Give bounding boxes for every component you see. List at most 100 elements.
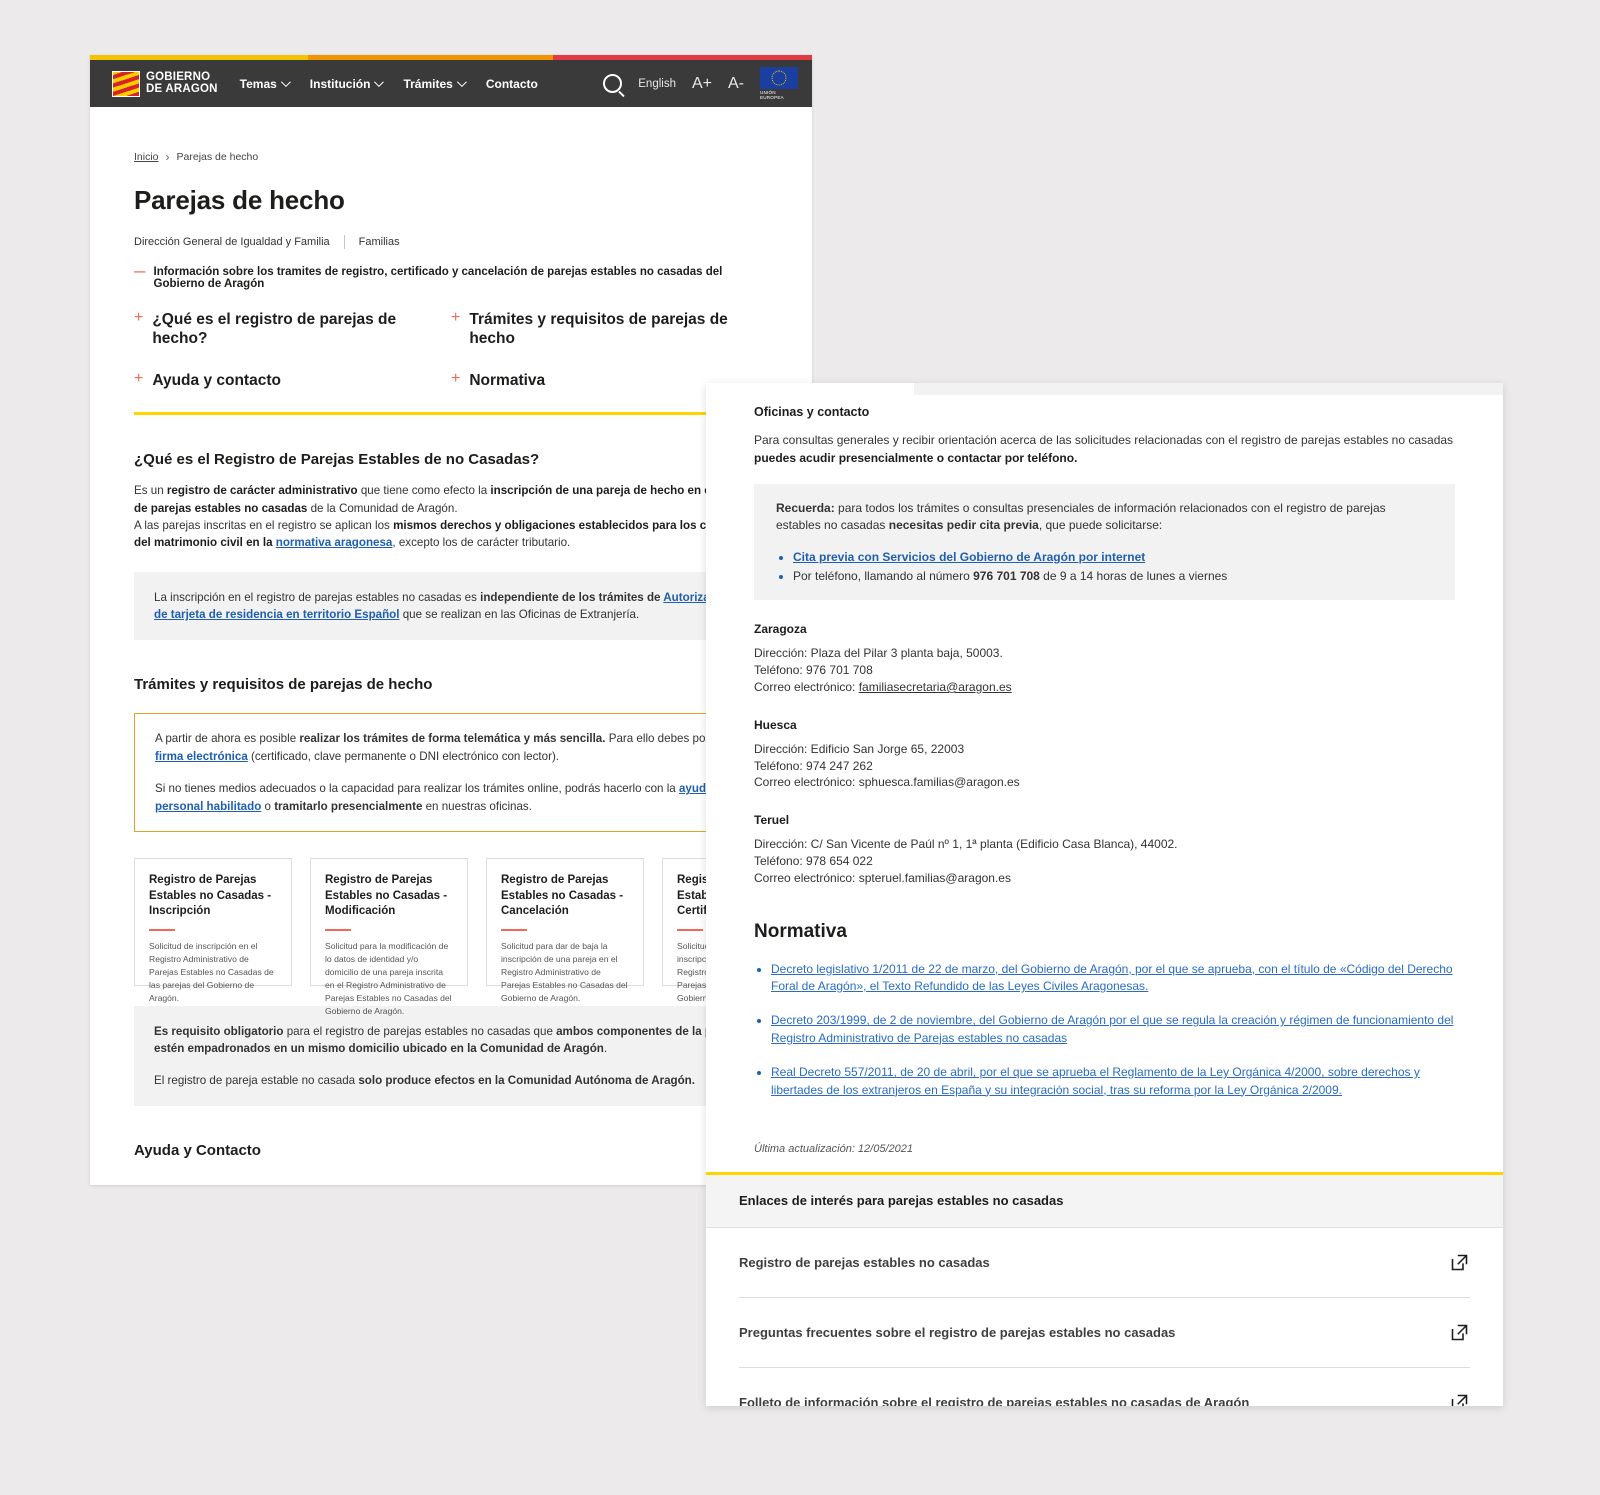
external-link-icon (1451, 1254, 1468, 1271)
link-firma-electronica[interactable]: firma electrónica (155, 750, 248, 763)
language-switch[interactable]: English (638, 78, 676, 90)
office-email-label: Correo electrónico: (754, 679, 859, 694)
logo-line-2: DE ARAGON (146, 82, 218, 95)
search-icon[interactable] (603, 74, 623, 93)
eu-flag-icon (760, 67, 798, 89)
card-description: Solicitud para la modificación de lo dat… (325, 941, 452, 1016)
text-fragment-bold: tramitarlo presencialmente (274, 799, 423, 813)
office-email-row: Correo electrónico: familiasecretaria@ar… (754, 679, 1455, 696)
link-normativa-aragonesa[interactable]: normativa aragonesa (276, 536, 393, 549)
breadcrumb-separator-icon: › (165, 150, 170, 164)
text-fragment-bold: puedes acudir presencialmente o contacta… (754, 450, 1078, 465)
card-modificacion[interactable]: Registro de Parejas Estables no Casadas … (310, 858, 468, 1016)
page-lead: — Información sobre los tramites de regi… (134, 266, 768, 290)
paragraph-que-es-1: Es un registro de carácter administrativ… (134, 482, 768, 552)
page-lead-text: Información sobre los tramites de regist… (153, 266, 723, 290)
nav-label-tramites: Trámites (403, 76, 453, 91)
nav-item-institucion[interactable]: Institución (309, 76, 385, 91)
plus-icon: + (451, 369, 461, 387)
link-decreto-203-1999[interactable]: Decreto 203/1999, de 2 de noviembre, del… (771, 1013, 1453, 1044)
list-item[interactable]: Decreto legislativo 1/2011 de 22 de marz… (771, 961, 1455, 996)
main-navbar: GOBIERNO DE ARAGON Temas Institución Trá… (90, 60, 812, 107)
nav-item-temas[interactable]: Temas (239, 76, 291, 91)
external-link-icon (1451, 1324, 1468, 1341)
text-fragment: Es un (134, 484, 167, 498)
list-item[interactable]: Real Decreto 557/2011, de 20 de abril, p… (771, 1064, 1455, 1099)
office-email[interactable]: familiasecretaria@aragon.es (859, 680, 1012, 694)
text-fragment: Por teléfono, llamando al número (793, 569, 974, 584)
nav-item-contacto[interactable]: Contacto (486, 77, 538, 91)
links-section-header: Enlaces de interés para parejas estables… (706, 1174, 1503, 1228)
office-details-zaragoza: Dirección: Plaza del Pilar 3 planta baja… (754, 645, 1455, 695)
office-city-teruel: Teruel (754, 813, 790, 828)
text-fragment: Para consultas generales y recibir orien… (754, 433, 1454, 447)
text-fragment: El registro de pareja estable no casada (154, 1073, 359, 1087)
text-fragment: en nuestras oficinas. (422, 799, 532, 813)
accordion-item-ayuda[interactable]: + Ayuda y contacto (134, 365, 451, 406)
breadcrumb-home[interactable]: Inicio (134, 151, 159, 163)
list-item-cita-telefono: Por teléfono, llamando al número 976 701… (793, 567, 1433, 586)
link-real-decreto-557-2011[interactable]: Real Decreto 557/2011, de 20 de abril, p… (771, 1065, 1420, 1096)
list-item[interactable]: Decreto 203/1999, de 2 de noviembre, del… (771, 1012, 1455, 1047)
office-details-teruel: Dirección: C/ San Vicente de Paúl nº 1, … (754, 836, 1455, 886)
chevron-down-icon (374, 77, 385, 88)
accordion-list: + ¿Qué es el registro de parejas de hech… (134, 304, 768, 406)
card-description: Solicitud de inscripción en el Registro … (149, 941, 274, 1003)
plus-icon: + (134, 369, 144, 387)
office-phone: Teléfono: 974 247 262 (754, 758, 873, 773)
stripe-orange (308, 55, 553, 60)
aragon-flag-icon (112, 70, 140, 97)
office-email[interactable]: sphuesca.familias@aragon.es (859, 775, 1020, 789)
text-fragment: . (603, 1042, 608, 1056)
european-union-logo[interactable]: UNIÓN EUROPEA (760, 67, 798, 100)
plus-icon: + (451, 309, 461, 326)
card-title: Registro de Parejas Estables no Casadas … (149, 874, 272, 918)
office-email[interactable]: spteruel.familias@aragon.es (859, 871, 1011, 885)
card-cancelacion[interactable]: Registro de Parejas Estables no Casadas … (486, 858, 644, 1003)
nav-label-temas: Temas (239, 76, 277, 91)
nav-item-tramites[interactable]: Trámites (403, 76, 467, 91)
accordion-item-tramites[interactable]: + Trámites y requisitos de parejas de he… (451, 304, 768, 365)
gobierno-de-aragon-logo[interactable]: GOBIERNO DE ARAGON (112, 70, 218, 97)
nav-label-institucion: Institución (309, 76, 371, 91)
info-box-text: La inscripción en el registro de parejas… (154, 589, 748, 624)
tramite-cards: Registro de Parejas Estables no Casadas … (134, 858, 812, 1016)
yellow-divider (134, 412, 768, 416)
stripe-yellow (90, 55, 308, 60)
overlay-oficinas-paragraph: Para consultas generales y recibir orien… (754, 432, 1455, 468)
text-fragment-bold: solo produce efectos en la Comunidad Aut… (358, 1073, 695, 1087)
text-fragment: de 9 a 14 horas de lunes a viernes (1039, 569, 1228, 584)
logo-line-1: GOBIERNO (146, 71, 211, 83)
link-row-folleto[interactable]: Folleto de información sobre el registro… (739, 1368, 1470, 1406)
font-decrease-button[interactable]: A- (728, 75, 744, 93)
card-inscripcion[interactable]: Registro de Parejas Estables no Casadas … (134, 858, 292, 1003)
office-email-label: Correo electrónico: (754, 870, 859, 885)
text-fragment: Si no tienes medios adecuados o la capac… (155, 782, 679, 796)
link-row-preguntas[interactable]: Preguntas frecuentes sobre el registro d… (739, 1298, 1470, 1368)
page-title: Parejas de hecho (134, 185, 345, 215)
recuerda-box: Recuerda: para todos los trámites o cons… (754, 483, 1455, 601)
eu-caption: UNIÓN EUROPEA (760, 90, 784, 100)
last-updated: Última actualización: 12/05/2021 (754, 1142, 913, 1155)
accordion-label-1: Trámites y requisitos de parejas de hech… (469, 311, 728, 348)
accordion-item-que-es[interactable]: + ¿Qué es el registro de parejas de hech… (134, 304, 451, 365)
link-row-registro[interactable]: Registro de parejas estables no casadas (739, 1228, 1470, 1298)
chevron-down-icon (280, 77, 291, 88)
list-item-cita-internet[interactable]: Cita previa con Servicios del Gobierno d… (793, 548, 1433, 567)
card-title: Registro de Parejas Estables no Casadas … (501, 874, 624, 918)
card-underline (501, 928, 527, 932)
accordion-label-2: Ayuda y contacto (152, 371, 281, 389)
card-description: Solicitud para dar de baja la inscripció… (501, 941, 628, 1003)
link-cita-previa[interactable]: Cita previa con Servicios del Gobierno d… (793, 550, 1145, 564)
text-fragment: para el registro de parejas estables no … (283, 1025, 557, 1039)
text-fragment: (certificado, clave permanente o DNI ele… (247, 749, 560, 763)
link-decreto-legislativo-1-2011[interactable]: Decreto legislativo 1/2011 de 22 de marz… (771, 962, 1453, 993)
font-increase-button[interactable]: A+ (692, 75, 712, 93)
office-city-zaragoza: Zaragoza (754, 622, 807, 637)
base-page: GOBIERNO DE ARAGON Temas Institución Trá… (90, 55, 812, 1185)
card-title: Registro de Parejas Estables no Casadas … (325, 874, 448, 918)
page-meta: Dirección General de Igualdad y Familia … (134, 235, 768, 249)
card-underline (149, 928, 175, 932)
office-email-row: Correo electrónico: spteruel.familias@ar… (754, 870, 1455, 887)
dash-icon: — (134, 266, 146, 278)
